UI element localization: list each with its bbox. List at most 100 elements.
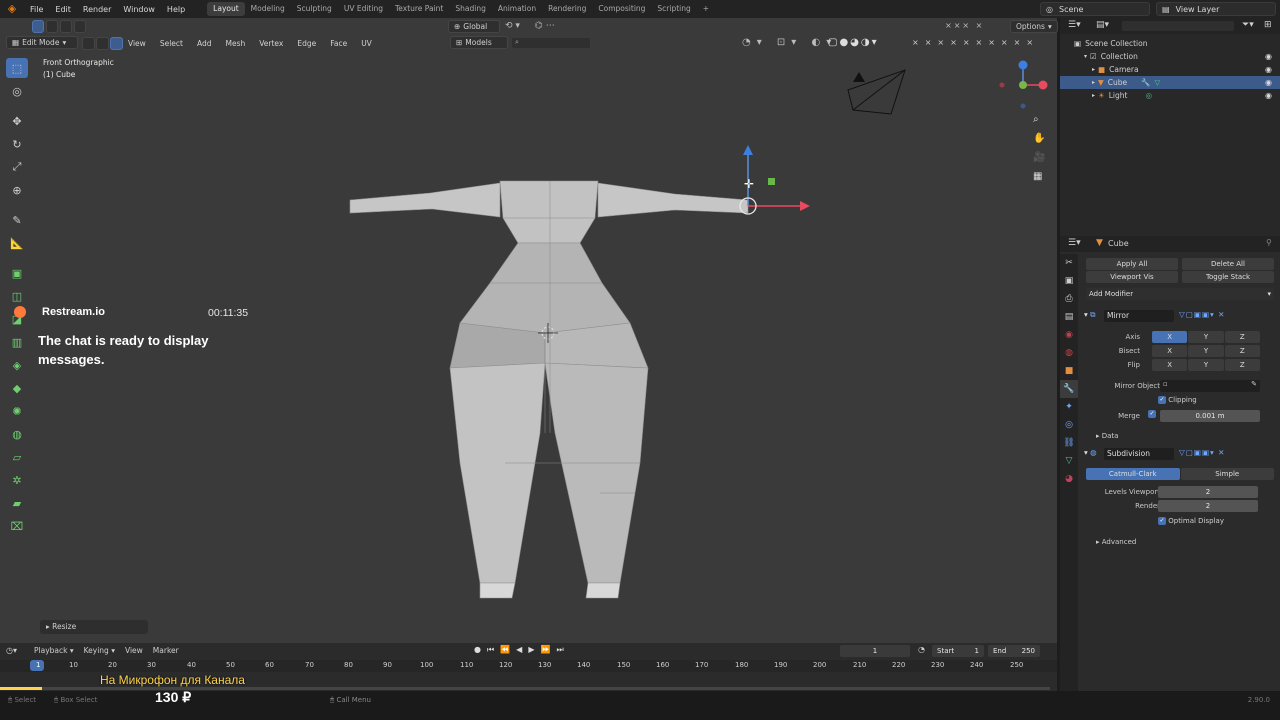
menu-playback[interactable]: Playback ▾ <box>34 646 74 655</box>
filter-icon[interactable]: ⏷▾ <box>1242 20 1254 30</box>
render-levels-field[interactable]: 2 <box>1158 500 1258 512</box>
constraints-tab-icon[interactable]: ⛓ <box>1060 434 1078 452</box>
expand-arrow-icon[interactable]: ▾ <box>1084 50 1087 63</box>
jump-end-icon[interactable]: ⏭ <box>556 645 563 655</box>
tab-modeling[interactable]: Modeling <box>245 2 291 16</box>
cursor-tool-icon[interactable]: ◎ <box>6 81 28 101</box>
clipping-checkbox[interactable]: ✓ Clipping <box>1158 396 1197 404</box>
expand-arrow-icon[interactable]: ▸ <box>1092 89 1095 102</box>
outliner-row-cube[interactable]: ▸ ▼ Cube 🔧 ▽ ◉ <box>1060 76 1280 89</box>
menu-face[interactable]: Face <box>330 39 347 48</box>
view-layer-selector[interactable]: ▤ View Layer <box>1156 2 1276 16</box>
snap-icon[interactable]: ⌬ ⋯ <box>535 21 555 31</box>
menu-timeline-view[interactable]: View <box>125 646 143 655</box>
flip-axis-y[interactable]: Y <box>1188 359 1224 371</box>
timeline-editor-icon[interactable]: ◷▾ <box>6 646 17 655</box>
expand-arrow-icon[interactable]: ▸ <box>1092 63 1095 76</box>
world-tab-icon[interactable]: ◍ <box>1060 344 1078 362</box>
rip-tool-icon[interactable]: ⌧ <box>6 516 28 536</box>
outliner-row-camera[interactable]: ▸ ■ Camera ◉ <box>1060 63 1280 76</box>
select-extend-icon[interactable] <box>60 20 72 33</box>
search-field[interactable]: ⌕ <box>512 38 590 48</box>
outliner-search-field[interactable] <box>1122 21 1234 31</box>
extrude-tool-icon[interactable]: ▣ <box>6 263 28 283</box>
menu-render[interactable]: Render <box>77 5 117 14</box>
object-tab-icon[interactable]: ■ <box>1060 362 1078 380</box>
mirror-axis-icons[interactable]: ⨯⨯⨯ ⨯ <box>945 21 984 30</box>
shear-tool-icon[interactable]: ▰ <box>6 493 28 513</box>
subdivision-name-field[interactable]: Subdivision <box>1104 448 1174 460</box>
select-subtract-icon[interactable] <box>74 20 86 33</box>
menu-add[interactable]: Add <box>197 39 212 48</box>
menu-edit[interactable]: Edit <box>49 5 77 14</box>
3d-viewport[interactable]: ⊕ Global ⟲ ▾ ⌬ ⋯ ⨯⨯⨯ ⨯ Options ▾ ▦ Edit M… <box>0 18 1058 643</box>
expand-arrow-icon[interactable]: ▸ <box>1092 76 1095 89</box>
tool-select-icon[interactable] <box>32 20 44 33</box>
physics-tab-icon[interactable]: ◎ <box>1060 416 1078 434</box>
menu-help[interactable]: Help <box>161 5 191 14</box>
menu-uv[interactable]: UV <box>361 39 372 48</box>
current-frame-field[interactable]: 1 <box>840 645 910 657</box>
advanced-subpanel[interactable]: ▸ Advanced <box>1096 538 1136 546</box>
bisect-axis-x[interactable]: X <box>1152 345 1188 357</box>
edge-select-icon[interactable] <box>96 37 109 50</box>
rotate-tool-icon[interactable]: ↻ <box>6 134 28 154</box>
outliner-row-light[interactable]: ▸ ☀ Light ◎ ◉ <box>1060 89 1280 102</box>
frame-ruler[interactable]: 1 10 20 30 40 50 60 70 80 90 100 110 120… <box>0 660 1057 672</box>
menu-edge[interactable]: Edge <box>297 39 316 48</box>
overlay-gizmo-icons[interactable]: ◔▾ ⊡▾ ◐▾ <box>742 37 837 48</box>
edge-slide-tool-icon[interactable]: ▱ <box>6 447 28 467</box>
next-keyframe-icon[interactable]: ⏩ <box>540 645 550 655</box>
y-axis-icon[interactable] <box>1019 81 1027 89</box>
editor-type-icon[interactable]: ☰▾ <box>1068 238 1081 248</box>
select-new-icon[interactable] <box>46 20 58 33</box>
measure-tool-icon[interactable]: 📐 <box>6 233 28 253</box>
menu-marker[interactable]: Marker <box>153 646 179 655</box>
simple-button[interactable]: Simple <box>1180 468 1274 480</box>
play-icon[interactable]: ▶ <box>528 645 534 655</box>
transform-orientation-dropdown[interactable]: ⊕ Global <box>448 20 500 33</box>
tab-texture-paint[interactable]: Texture Paint <box>389 2 449 16</box>
mirror-axis-y[interactable]: Y <box>1188 331 1224 343</box>
tab-layout[interactable]: Layout <box>207 2 245 16</box>
transform-tool-icon[interactable]: ⊕ <box>6 180 28 200</box>
zoom-icon[interactable]: ⌕ <box>1033 114 1045 125</box>
last-operator-panel[interactable]: ▸ Resize <box>40 620 148 634</box>
menu-vertex[interactable]: Vertex <box>259 39 283 48</box>
tab-uv-editing[interactable]: UV Editing <box>338 2 389 16</box>
modifiers-tab-icon[interactable]: 🔧 <box>1060 380 1078 398</box>
bisect-axis-z[interactable]: Z <box>1224 345 1260 357</box>
annotate-tool-icon[interactable]: ✎ <box>6 210 28 230</box>
camera-object[interactable] <box>843 68 913 118</box>
mesh-display-icons[interactable]: ⨯⨯⨯⨯⨯⨯⨯⨯⨯⨯ <box>912 38 1039 47</box>
data-subpanel[interactable]: ▸ Data <box>1096 432 1118 440</box>
mirror-axis-x[interactable]: X <box>1152 331 1188 343</box>
cube-mesh[interactable] <box>340 173 760 603</box>
spin-tool-icon[interactable]: ✺ <box>6 401 28 421</box>
material-tab-icon[interactable]: ◕ <box>1060 470 1078 488</box>
viewport-vis-button[interactable]: Viewport Vis <box>1086 271 1178 283</box>
data-tab-icon[interactable]: ▽ <box>1060 452 1078 470</box>
ortho-grid-icon[interactable]: ▦ <box>1033 171 1045 182</box>
tab-shading[interactable]: Shading <box>449 2 491 16</box>
jump-start-icon[interactable]: ⏮ <box>487 645 494 655</box>
pivot-icon[interactable]: ⟲ ▾ <box>505 21 520 31</box>
view-layer-tab-icon[interactable]: ▤ <box>1060 308 1078 326</box>
new-collection-icon[interactable]: ⊞ <box>1264 20 1272 30</box>
merge-distance-field[interactable]: 0.001 m <box>1160 410 1260 422</box>
tab-scripting[interactable]: Scripting <box>651 2 696 16</box>
scale-tool-icon[interactable]: ⤢ <box>6 157 28 177</box>
output-tab-icon[interactable]: ⎙ <box>1060 290 1078 308</box>
menu-file[interactable]: File <box>24 5 49 14</box>
mode-dropdown[interactable]: ▦ Edit Mode ▾ <box>6 36 78 49</box>
shrink-tool-icon[interactable]: ✲ <box>6 470 28 490</box>
menu-window[interactable]: Window <box>117 5 161 14</box>
mirror-modifier-header[interactable]: ▾ ⧉ Mirror ▽▢▣▣▾ ✕ <box>1084 310 1276 322</box>
add-workspace-button[interactable]: + <box>697 2 715 16</box>
preview-range-icon[interactable]: ◔ <box>918 645 925 654</box>
scene-tab-icon[interactable]: ◉ <box>1060 326 1078 344</box>
camera-view-icon[interactable]: 🎥 <box>1033 152 1045 163</box>
tab-compositing[interactable]: Compositing <box>592 2 651 16</box>
record-icon[interactable]: ● <box>474 645 481 655</box>
menu-mesh[interactable]: Mesh <box>225 39 245 48</box>
